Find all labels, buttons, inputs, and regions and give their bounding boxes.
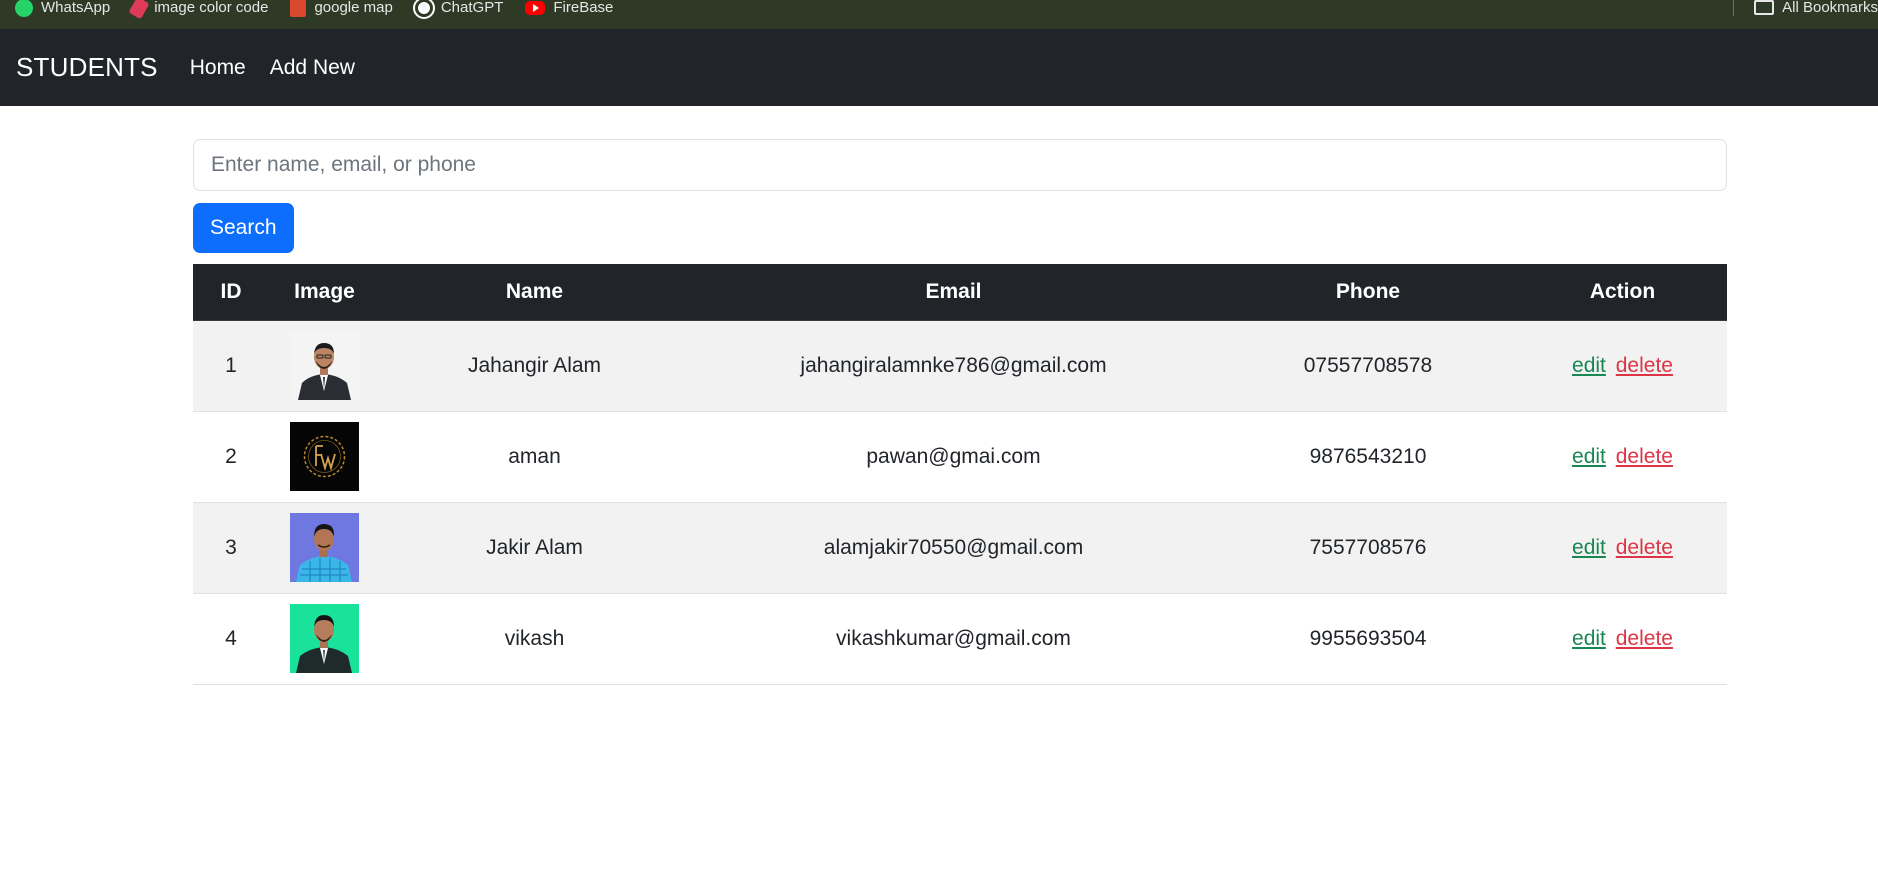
cell-image [269,502,380,593]
cell-name: vikash [504,626,565,650]
column-header-name: Name [380,264,689,321]
student-photo [290,604,359,673]
bookmark-google-map[interactable]: google map [290,0,393,17]
bookmark-whatsapp[interactable]: WhatsApp [15,0,110,17]
table-row: 4 vikash vikashkumar@gmail.com 995569350… [193,593,1727,684]
bookmark-label: WhatsApp [41,0,111,16]
brand-logo[interactable]: STUDENTS [16,52,158,83]
cell-image [269,411,380,502]
bookmark-label: FireBase [553,0,614,16]
cell-phone: 9955693504 [1309,626,1427,650]
nav-link-add-new[interactable]: Add New [270,56,355,80]
delete-link[interactable]: delete [1616,445,1673,468]
cell-phone: 9876543210 [1309,444,1427,468]
cell-action: edit delete [1518,320,1727,411]
cell-id: 3 [225,535,237,559]
cell-phone: 07557708578 [1303,353,1433,377]
bookmark-label: google map [314,0,393,16]
color-picker-icon [128,0,150,19]
bookmarks-bar: WhatsApp image color code google map Cha… [0,0,1878,29]
bookmark-chatgpt[interactable]: ChatGPT [414,0,504,17]
table-row: 1 Jahangir Alam jahangiralamnke786@gmail… [193,320,1727,411]
table-header-row: ID Image Name Email Phone Action [193,264,1727,321]
cell-image [269,320,380,411]
cell-action: edit delete [1518,593,1727,684]
edit-link[interactable]: edit [1572,354,1606,377]
edit-link[interactable]: edit [1572,627,1606,650]
bookmarks-divider [1733,0,1735,16]
cell-email: alamjakir70550@gmail.com [823,535,1084,559]
column-header-image: Image [269,264,380,321]
column-header-id: ID [193,264,269,321]
bookmark-image-color-code[interactable]: image color code [128,0,269,19]
cell-id: 1 [225,353,237,377]
column-header-phone: Phone [1218,264,1518,321]
bookmark-label: ChatGPT [440,0,504,16]
cell-name: Jakir Alam [486,535,583,559]
cell-id: 4 [225,626,237,650]
cell-name: Jahangir Alam [467,353,602,377]
cell-action: edit delete [1518,411,1727,502]
cell-phone: 7557708576 [1309,535,1427,559]
bookmark-label: image color code [154,0,269,16]
navbar: STUDENTS Home Add New [0,29,1878,106]
search-button[interactable]: Search [193,203,294,253]
cell-action: edit delete [1518,502,1727,593]
students-table: ID Image Name Email Phone Action 1 Jahan… [193,264,1727,685]
cell-email: vikashkumar@gmail.com [836,626,1071,650]
cell-id: 2 [225,444,237,468]
bookmark-all-bookmarks[interactable]: All Bookmarks [1754,0,1878,16]
student-photo [290,331,359,400]
search-input[interactable] [193,139,1727,191]
column-header-email: Email [689,264,1218,321]
whatsapp-icon [15,0,33,17]
folder-icon [1754,0,1775,15]
map-icon [290,0,307,17]
edit-link[interactable]: edit [1572,445,1606,468]
table-row: 2 aman pawan@gmai.com 9876543210 edit de… [193,411,1727,502]
main-content: Search ID Image Name Email Phone Action … [193,139,1727,685]
youtube-icon [525,0,546,15]
bookmark-label: All Bookmarks [1782,0,1878,16]
delete-link[interactable]: delete [1616,536,1673,559]
bookmark-firebase[interactable]: FireBase [525,0,613,16]
cell-email: jahangiralamnke786@gmail.com [800,353,1107,377]
student-photo [290,422,359,491]
edit-link[interactable]: edit [1572,536,1606,559]
cell-image [269,593,380,684]
cell-email: pawan@gmai.com [866,444,1041,468]
student-photo [290,513,359,582]
nav-link-home[interactable]: Home [190,56,246,80]
delete-link[interactable]: delete [1616,627,1673,650]
cell-name: aman [508,444,561,468]
column-header-action: Action [1518,264,1727,321]
delete-link[interactable]: delete [1616,354,1673,377]
table-row: 3 Jakir Alam alamjakir70550@gmail.com 75… [193,502,1727,593]
chatgpt-icon [414,0,433,17]
